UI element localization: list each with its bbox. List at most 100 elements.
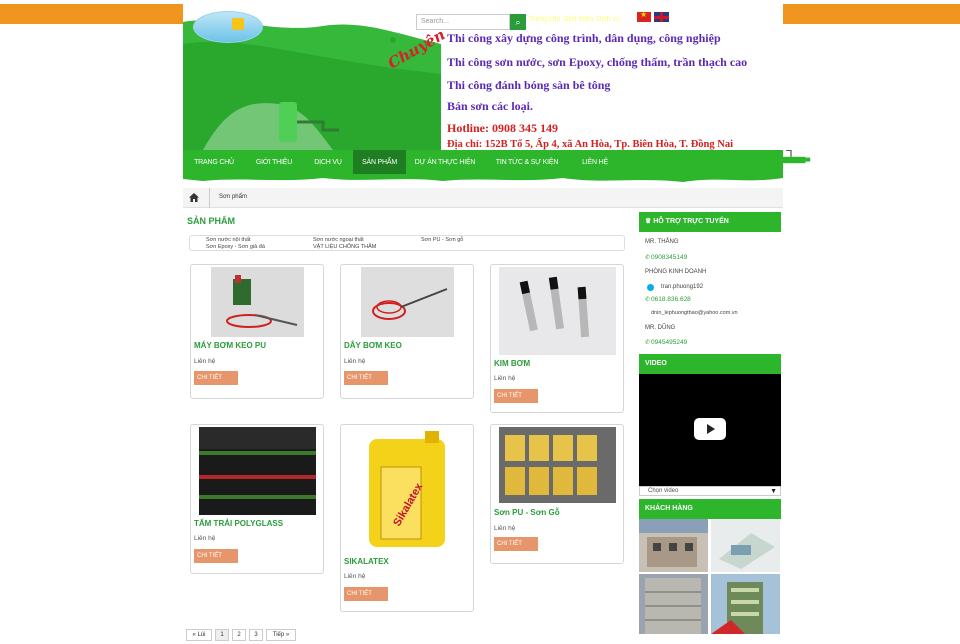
product-image[interactable] xyxy=(499,427,616,503)
hose-image xyxy=(361,267,454,337)
nav-about[interactable]: GIỚI THIỆU xyxy=(245,150,303,175)
top-links: Trang chủ Giới thiệu Dịch vụ xyxy=(529,16,623,23)
slogan-line-4: Bán sơn các loại. xyxy=(447,99,533,113)
video-player[interactable] xyxy=(639,374,781,486)
contact-email[interactable]: dnin_lephuongthao@yahoo.com.vn xyxy=(651,310,738,316)
slogan-line-3: Thi công đánh bóng sàn bê tông xyxy=(447,78,611,92)
tower-building-photo xyxy=(711,574,780,634)
category-link[interactable]: Sơn Epoxy - Sơn giả đá xyxy=(206,244,265,250)
play-icon[interactable] xyxy=(694,418,726,440)
contact-name: PHÒNG KINH DOANH xyxy=(645,269,707,275)
product-price: Liên hệ xyxy=(494,525,516,532)
product-image[interactable]: Sikalatex xyxy=(349,427,466,551)
product-image[interactable] xyxy=(499,267,616,355)
scaffold-building-photo xyxy=(639,574,708,634)
paint-cans-image xyxy=(499,427,616,503)
video-select[interactable]: Chọn video ▼ xyxy=(639,486,781,496)
product-name[interactable]: DÂY BƠM KEO xyxy=(344,341,402,350)
nav-contact[interactable]: LIÊN HỆ xyxy=(570,150,620,175)
breadcrumb: Sơn phẩm xyxy=(183,188,783,208)
pager-page[interactable]: 3 xyxy=(249,629,263,641)
product-name[interactable]: SIKALATEX xyxy=(344,557,389,566)
toplink-about[interactable]: Giới thiệu xyxy=(563,16,593,23)
support-title: HỖ TRỢ TRỰC TUYẾN xyxy=(653,218,729,225)
phone-number[interactable]: 0618.836.628 xyxy=(651,296,691,303)
nav-projects[interactable]: DỰ ÁN THỰC HIỆN xyxy=(406,150,484,175)
product-image[interactable] xyxy=(199,427,316,515)
skype-icon[interactable] xyxy=(647,284,654,291)
clients-header: KHÁCH HÀNG xyxy=(639,499,781,519)
search-input[interactable]: Search... xyxy=(416,14,510,30)
main-nav: TRANG CHỦ GIỚI THIỆU DỊCH VỤ SẢN PHẨM DỰ… xyxy=(183,150,783,182)
pager-page[interactable]: 2 xyxy=(232,629,246,641)
phone-icon: ✆ xyxy=(645,297,651,303)
pump-machine-image xyxy=(211,267,304,337)
detail-button[interactable]: CHI TIẾT xyxy=(344,587,388,601)
product-name[interactable]: MÁY BƠM KEO PU xyxy=(194,341,266,350)
detail-button[interactable]: CHI TIẾT xyxy=(344,371,388,385)
sikalatex-can-image: Sikalatex xyxy=(349,427,466,551)
search-icon[interactable]: ⌕ xyxy=(510,14,526,30)
product-card: Sơn PU - Sơn Gỗ Liên hệ CHI TIẾT xyxy=(490,424,624,564)
chevron-down-icon: ▼ xyxy=(770,488,777,495)
site-plan-photo xyxy=(711,519,780,572)
product-image[interactable] xyxy=(211,267,304,337)
video-select-value: Chọn video xyxy=(648,488,679,494)
home-icon[interactable] xyxy=(189,193,199,202)
category-link[interactable]: Sơn PU - Sơn gỗ xyxy=(421,237,463,243)
detail-button[interactable]: CHI TIẾT xyxy=(494,537,538,551)
product-card: DÂY BƠM KEO Liên hệ CHI TIẾT xyxy=(340,264,474,399)
breadcrumb-separator xyxy=(209,188,219,208)
toplink-home[interactable]: Trang chủ xyxy=(529,16,560,23)
contact-phone[interactable]: ✆0945495249 xyxy=(645,339,687,346)
client-image[interactable] xyxy=(711,574,780,634)
slogan-line-1: Thi công xây dựng công trình, dân dụng, … xyxy=(447,31,721,45)
product-name[interactable]: TẤM TRẢI POLYGLASS xyxy=(194,519,283,528)
product-price: Liên hệ xyxy=(494,375,516,382)
category-link[interactable]: VẬT LIỆU CHỐNG THẤM xyxy=(313,244,376,250)
skype-id[interactable]: tran.phuong192 xyxy=(661,284,703,290)
phone-number[interactable]: 0945495249 xyxy=(651,339,687,346)
nav-news[interactable]: TIN TỨC & SỰ KIỆN xyxy=(484,150,570,175)
breadcrumb-current: Sơn phẩm xyxy=(219,194,247,200)
nav-services[interactable]: DỊCH VỤ xyxy=(303,150,353,175)
nav-home[interactable]: TRANG CHỦ xyxy=(183,150,245,175)
pager-prev[interactable]: « Lùi xyxy=(186,629,212,641)
product-price: Liên hệ xyxy=(194,358,216,365)
phone-number[interactable]: 0908345149 xyxy=(651,254,687,261)
category-link[interactable]: Sơn nước ngoại thất xyxy=(313,237,364,243)
contact-phone[interactable]: ✆0618.836.628 xyxy=(645,296,691,303)
category-list: Sơn nước nội thất Sơn nước ngoại thất Sơ… xyxy=(189,235,625,251)
nav-products[interactable]: SẢN PHẨM xyxy=(353,150,406,175)
company-logo[interactable] xyxy=(193,11,263,43)
video-header: VIDEO xyxy=(639,354,781,374)
product-card: Sikalatex SIKALATEX Liên hệ CHI TIẾT xyxy=(340,424,474,612)
product-image[interactable] xyxy=(361,267,454,337)
detail-button[interactable]: CHI TIẾT xyxy=(194,371,238,385)
polyglass-rolls-image xyxy=(199,427,316,515)
product-name[interactable]: KIM BƠM xyxy=(494,359,530,368)
product-card: MÁY BƠM KEO PU Liên hệ CHI TIẾT xyxy=(190,264,324,399)
product-card: TẤM TRẢI POLYGLASS Liên hệ CHI TIẾT xyxy=(190,424,324,574)
vietnam-flag-icon[interactable] xyxy=(637,10,651,22)
building-photo xyxy=(639,519,708,572)
product-price: Liên hệ xyxy=(194,535,216,542)
detail-button[interactable]: CHI TIẾT xyxy=(194,549,238,563)
detail-button[interactable]: CHI TIẾT xyxy=(494,389,538,403)
uk-flag-icon[interactable] xyxy=(654,12,669,22)
nav-paint-drips xyxy=(183,174,783,182)
client-image[interactable] xyxy=(711,519,780,572)
product-price: Liên hệ xyxy=(344,358,366,365)
client-image[interactable] xyxy=(639,519,708,572)
toplink-services[interactable]: Dịch vụ xyxy=(597,16,620,23)
injection-needles-image xyxy=(499,267,616,355)
client-image[interactable] xyxy=(639,574,708,634)
category-link[interactable]: Sơn nước nội thất xyxy=(206,237,251,243)
contact-name: MR. DŨNG xyxy=(645,325,676,331)
contact-phone[interactable]: ✆0908345149 xyxy=(645,254,687,261)
pager-page[interactable]: 1 xyxy=(215,629,229,641)
address: Địa chỉ: 152B Tổ 5, Ấp 4, xã An Hòa, Tp.… xyxy=(447,139,733,150)
product-name[interactable]: Sơn PU - Sơn Gỗ xyxy=(494,508,560,517)
crown-icon: ♛ xyxy=(645,218,654,225)
pager-next[interactable]: Tiếp » xyxy=(266,629,296,641)
